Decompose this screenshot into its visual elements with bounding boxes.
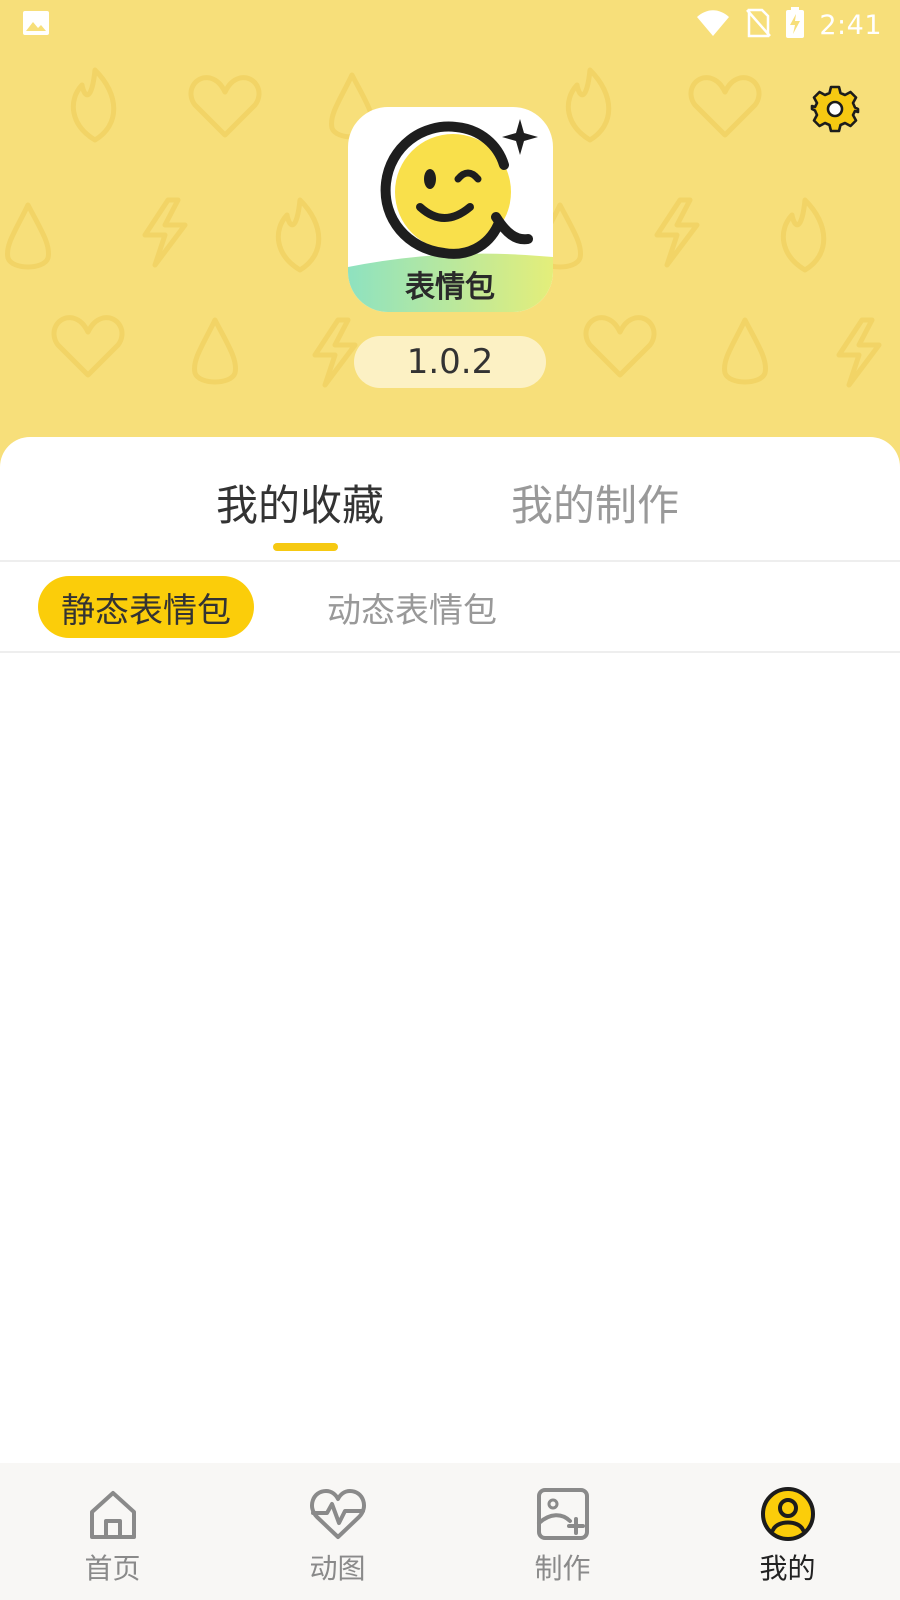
nav-create[interactable]: 制作 (450, 1463, 675, 1600)
tab-indicator (273, 543, 338, 551)
version-badge: 1.0.2 (354, 336, 546, 388)
nav-animations[interactable]: 动图 (225, 1463, 450, 1600)
heartbeat-icon (309, 1485, 367, 1543)
nav-home[interactable]: 首页 (0, 1463, 225, 1600)
bottom-nav: 首页 动图 制作 我的 (0, 1463, 900, 1600)
tab-my-creations[interactable]: 我的制作 (505, 467, 685, 537)
image-notification-icon (22, 10, 50, 40)
settings-button[interactable] (808, 84, 862, 138)
logo-text: 表情包 (405, 270, 495, 305)
wifi-icon (695, 9, 731, 41)
nav-animations-label: 动图 (309, 1552, 366, 1585)
tab-my-favorites[interactable]: 我的收藏 (210, 467, 390, 537)
subtab-animated-stickers[interactable]: 动态表情包 (312, 576, 512, 638)
home-icon (84, 1485, 142, 1543)
nav-mine-label: 我的 (759, 1552, 816, 1585)
battery-charging-icon (785, 7, 805, 43)
subtab-static-stickers[interactable]: 静态表情包 (38, 576, 254, 638)
nav-home-label: 首页 (84, 1552, 141, 1585)
status-time: 2:41 (819, 9, 882, 41)
status-bar: 2:41 (0, 0, 900, 50)
tabs-divider (0, 560, 900, 562)
gear-icon (810, 84, 860, 138)
content-panel: 我的收藏 我的制作 静态表情包 动态表情包 (0, 437, 900, 1463)
user-icon (759, 1485, 817, 1543)
image-add-icon (534, 1485, 592, 1543)
app-logo: 表情包 (348, 107, 553, 312)
content-list (0, 653, 900, 1463)
no-sim-icon (745, 8, 772, 42)
nav-mine[interactable]: 我的 (675, 1463, 900, 1600)
nav-create-label: 制作 (534, 1552, 591, 1585)
